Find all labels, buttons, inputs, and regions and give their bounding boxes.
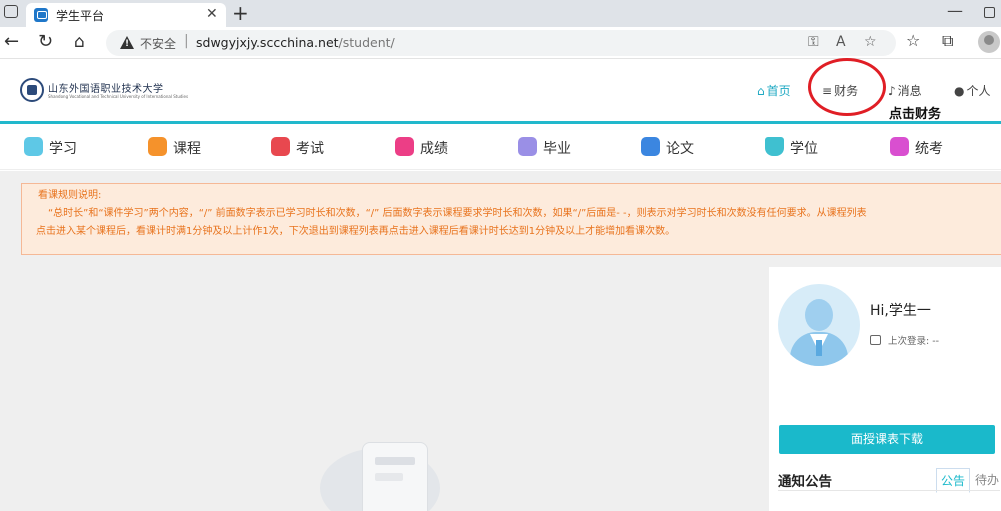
profile-card: Hi,学生一 上次登录: -- 面授课表下载 通知公告 公告 待办 bbox=[769, 267, 1001, 511]
monitor-icon bbox=[870, 335, 881, 345]
tab-title: 学生平台 bbox=[56, 9, 105, 23]
nav-home[interactable]: ⌂ 首页 bbox=[757, 82, 791, 99]
maximize-button[interactable] bbox=[984, 7, 995, 18]
favorites-icon[interactable]: ☆ bbox=[906, 31, 920, 50]
exam-pen-icon bbox=[271, 137, 290, 156]
last-login: 上次登录: -- bbox=[870, 333, 939, 347]
browser-tab-strip: 学生平台 ✕ + — bbox=[0, 0, 1001, 27]
category-label: 学习 bbox=[49, 141, 77, 157]
category-label: 课程 bbox=[173, 141, 201, 157]
url-separator: | bbox=[184, 33, 189, 49]
category-nav: 学习 课程 考试 成绩 毕业 论文 学位 统考 bbox=[0, 124, 1001, 170]
url-path: /student/ bbox=[338, 35, 395, 50]
study-rules-notice: 看课规则说明: “总时长”和“课件学习”两个内容，“/” 前面数字表示已学习时长… bbox=[21, 183, 1001, 255]
study-icon bbox=[24, 137, 43, 156]
download-schedule-button[interactable]: 面授课表下载 bbox=[779, 425, 995, 454]
category-label: 论文 bbox=[666, 141, 694, 157]
warning-icon[interactable] bbox=[120, 36, 134, 49]
click-finance-annotation: 点击财务 bbox=[889, 107, 942, 122]
greeting: Hi,学生一 bbox=[870, 303, 931, 319]
grades-icon bbox=[395, 137, 414, 156]
notice-heading: 通知公告 bbox=[778, 474, 832, 490]
url-text[interactable]: sdwgyjxjy.sccchina.net/student/ bbox=[196, 35, 395, 50]
category-label: 毕业 bbox=[543, 141, 571, 157]
profile-avatar[interactable] bbox=[978, 31, 1000, 53]
key-icon[interactable]: ⚿ bbox=[808, 34, 819, 50]
category-label: 考试 bbox=[296, 141, 324, 157]
empty-state-illustration bbox=[320, 418, 440, 511]
graduation-cap-icon bbox=[765, 137, 784, 156]
back-arrow-icon[interactable]: ← bbox=[4, 31, 19, 53]
bell-icon: ♪ bbox=[888, 84, 896, 98]
thesis-document-icon bbox=[641, 137, 660, 156]
school-logo[interactable]: 山东外国语职业技术大学 Shandong Vocational and Tech… bbox=[20, 76, 188, 106]
course-book-icon bbox=[148, 137, 167, 156]
graduation-icon bbox=[518, 137, 537, 156]
school-name: 山东外国语职业技术大学 bbox=[48, 84, 164, 95]
nav-messages-label: 消息 bbox=[897, 84, 922, 98]
reload-icon[interactable]: ↻ bbox=[38, 31, 53, 53]
notice-line: “总时长”和“课件学习”两个内容，“/” 前面数字表示已学习时长和次数，“/” … bbox=[48, 208, 867, 219]
minimize-button[interactable]: — bbox=[947, 1, 963, 20]
tab-close-icon[interactable]: ✕ bbox=[206, 6, 218, 22]
category-label: 统考 bbox=[915, 141, 943, 157]
category-label: 成绩 bbox=[420, 141, 448, 157]
highlight-circle bbox=[808, 58, 886, 116]
read-aloud-icon[interactable]: A bbox=[836, 34, 846, 50]
tab-todo[interactable]: 待办 bbox=[971, 468, 1001, 491]
insecure-label[interactable]: 不安全 bbox=[140, 35, 176, 52]
home-icon: ⌂ bbox=[757, 84, 765, 98]
school-name-en: Shandong Vocational and Technical Univer… bbox=[48, 94, 189, 99]
nav-messages[interactable]: ♪ 消息 bbox=[888, 82, 922, 99]
unified-exam-icon bbox=[890, 137, 909, 156]
browser-tab[interactable]: 学生平台 ✕ bbox=[26, 3, 226, 27]
collections-icon[interactable]: ⧉ bbox=[942, 31, 953, 51]
nav-home-label: 首页 bbox=[766, 84, 791, 98]
user-avatar bbox=[778, 284, 860, 366]
notice-divider bbox=[778, 490, 1000, 491]
favorite-add-icon[interactable]: ☆ bbox=[864, 34, 877, 50]
nav-personal[interactable]: ● 个人 bbox=[954, 82, 991, 99]
notice-line: 点击进入某个课程后，看课计时满1分钟及以上计作1次，下次退出到课程列表再点击进入… bbox=[36, 226, 676, 237]
notice-title: 看课规则说明: bbox=[38, 190, 102, 201]
new-tab-button[interactable]: + bbox=[232, 1, 249, 25]
tab-actions-icon[interactable] bbox=[4, 5, 18, 18]
address-bar[interactable]: 不安全 | sdwgyjxjy.sccchina.net/student/ ⚿ … bbox=[106, 30, 896, 56]
url-host: sdwgyjxjy.sccchina.net bbox=[196, 35, 339, 50]
document-icon bbox=[362, 442, 428, 511]
browser-toolbar: ← ↻ ⌂ 不安全 | sdwgyjxjy.sccchina.net/stude… bbox=[0, 27, 1001, 59]
last-login-text: 上次登录: -- bbox=[888, 336, 940, 347]
school-seal-icon bbox=[20, 78, 44, 102]
home-icon[interactable]: ⌂ bbox=[74, 31, 85, 53]
category-label: 学位 bbox=[790, 141, 818, 157]
nav-personal-label: 个人 bbox=[966, 84, 991, 98]
site-favicon-icon bbox=[34, 8, 48, 22]
user-icon: ● bbox=[954, 84, 965, 98]
